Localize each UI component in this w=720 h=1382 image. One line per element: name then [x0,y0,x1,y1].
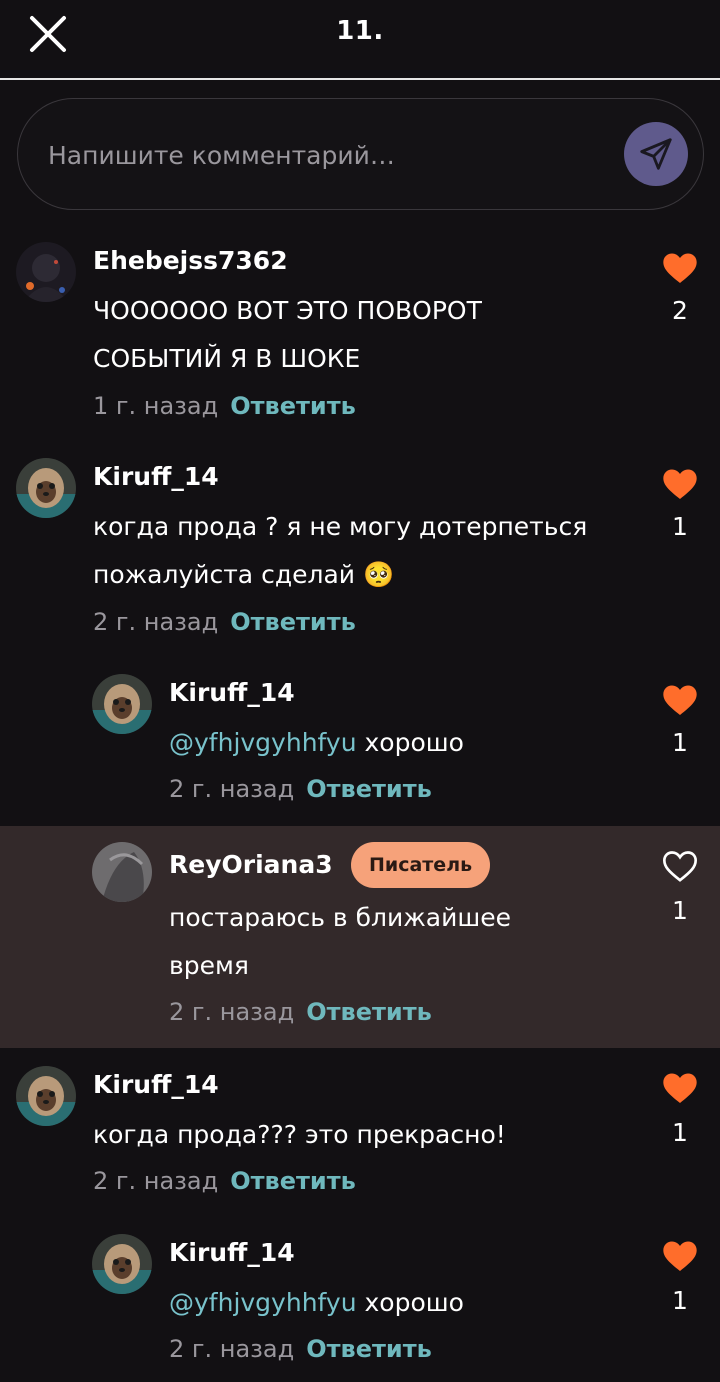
avatar[interactable] [16,458,76,518]
reply-button[interactable]: Ответить [306,1335,432,1363]
comment-meta: 2 г. назад Ответить [169,775,432,803]
send-icon [640,138,672,170]
reply-button[interactable]: Ответить [306,998,432,1026]
writer-badge: Писатель [351,842,491,888]
heart-filled-icon [663,253,697,283]
reply-item-highlighted: ReyOriana3 Писатель постараюсь в ближайш… [0,826,720,1048]
like-button[interactable] [660,464,700,504]
user-mention[interactable]: @yfhjvgyhhfyu [169,1288,357,1317]
send-button[interactable] [624,122,688,186]
comment-meta: 2 г. назад Ответить [93,1167,356,1195]
comment-text: когда прода ? я не могу дотерпеться пожа… [93,512,588,589]
reply-button[interactable]: Ответить [230,392,356,420]
comment-meta: 2 г. назад Ответить [93,608,356,636]
comment-text-body: хорошо [356,1288,464,1317]
comment-text: @yfhjvgyhhfyu хорошо [169,1279,639,1327]
like-button[interactable] [660,248,700,288]
reply-button[interactable]: Ответить [306,775,432,803]
heart-filled-icon [663,1073,697,1103]
like-count: 1 [672,1118,688,1147]
comment-text: постараюсь в ближайшее время [169,903,511,980]
comment-text: ЧОООООО ВОТ ЭТО ПОВОРОТ СОБЫТИЙ Я В ШОКЕ [93,296,482,373]
comment-username[interactable]: Kiruff_14 [93,1070,219,1099]
comment-time: 2 г. назад [93,608,219,636]
like-count: 1 [672,1286,688,1315]
comment-item: Kiruff_14 когда прода??? это прекрасно! … [0,1060,720,1210]
like-count: 1 [672,512,688,541]
comment-time: 2 г. назад [169,775,295,803]
reply-button[interactable]: Ответить [230,1167,356,1195]
comment-item: Kiruff_14 когда прода ? я не могу дотерп… [0,452,720,652]
like-count: 1 [672,728,688,757]
like-button[interactable] [660,1236,700,1276]
comment-time: 2 г. назад [93,1167,219,1195]
avatar[interactable] [92,1234,152,1294]
comment-text-body: хорошо [356,728,464,757]
comment-item: Ehebejss7362 ЧОООООО ВОТ ЭТО ПОВОРОТ СОБ… [0,236,720,436]
like-count: 1 [672,896,688,925]
user-mention[interactable]: @yfhjvgyhhfyu [169,728,357,757]
comment-time: 2 г. назад [169,998,295,1026]
like-button[interactable] [660,1068,700,1108]
comment-time: 2 г. назад [169,1335,295,1363]
comment-username[interactable]: Kiruff_14 [93,462,219,491]
heart-filled-icon [663,685,697,715]
comment-composer [17,98,704,210]
avatar[interactable] [16,242,76,302]
avatar[interactable] [92,842,152,902]
comment-time: 1 г. назад [93,392,219,420]
comment-input[interactable] [48,127,608,183]
reply-item: Kiruff_14 @yfhjvgyhhfyu хорошо 2 г. наза… [0,668,720,818]
comment-username[interactable]: Ehebejss7362 [93,246,288,275]
reply-button[interactable]: Ответить [230,608,356,636]
reply-item: Kiruff_14 @yfhjvgyhhfyu хорошо 2 г. наза… [0,1228,720,1378]
like-button[interactable] [660,846,700,886]
page-title: 11. [336,16,384,46]
comment-text: когда прода??? это прекрасно! [93,1120,506,1149]
comment-meta: 1 г. назад Ответить [93,392,356,420]
comment-meta: 2 г. назад Ответить [169,998,432,1026]
heart-filled-icon [663,1241,697,1271]
comment-username[interactable]: ReyOriana3 [169,850,333,879]
like-button[interactable] [660,680,700,720]
header-bar: 11. [0,0,720,80]
avatar[interactable] [16,1066,76,1126]
comment-meta: 2 г. назад Ответить [169,1335,432,1363]
heart-outline-icon [662,851,698,882]
like-count: 2 [672,296,688,325]
comment-username[interactable]: Kiruff_14 [169,1238,295,1267]
avatar[interactable] [92,674,152,734]
heart-filled-icon [663,469,697,499]
comment-text: @yfhjvgyhhfyu хорошо [169,719,639,767]
comment-username[interactable]: Kiruff_14 [169,678,295,707]
